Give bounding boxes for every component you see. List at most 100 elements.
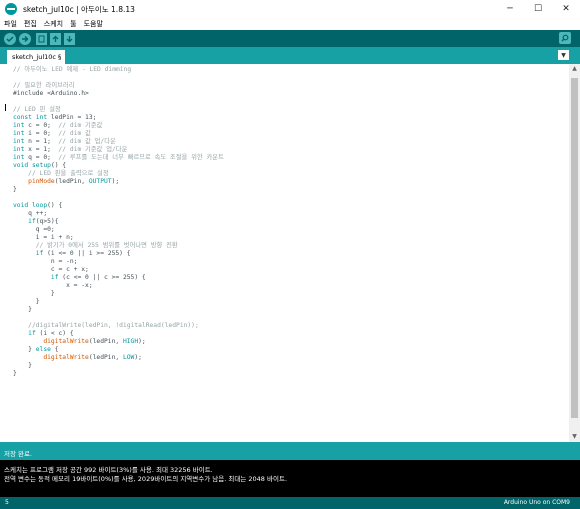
title-bar: sketch_jul10c | 아두이노 1.8.13 ─ ☐ ✕: [0, 0, 580, 18]
code-line[interactable]: [13, 74, 224, 82]
code-line[interactable]: [13, 98, 224, 106]
code-token: {: [50, 346, 59, 353]
code-line[interactable]: x = -x;: [13, 282, 224, 290]
code-token: }: [13, 298, 40, 305]
code-line[interactable]: // LED 핀 설정: [13, 106, 224, 114]
code-token: c = c + x;: [13, 266, 89, 273]
scroll-down-icon[interactable]: ▼: [569, 432, 580, 442]
code-line[interactable]: if(q>5){: [13, 218, 224, 226]
code-token: // dim 기준값: [58, 122, 103, 129]
code-token: (c <= 0 || c >= 255) {: [58, 274, 146, 281]
code-line[interactable]: q =0;: [13, 226, 224, 234]
code-token: (ledPin,: [54, 178, 89, 185]
code-line[interactable]: int c = 0; // dim 기준값: [13, 122, 224, 130]
scroll-up-icon[interactable]: ▲: [569, 64, 580, 74]
scrollbar-thumb[interactable]: [571, 78, 578, 418]
save-button[interactable]: [64, 32, 75, 45]
code-token: digitalWrite: [43, 338, 89, 345]
bottom-bar: 5 Arduino Uno on COM9: [0, 497, 580, 509]
close-button[interactable]: ✕: [552, 0, 580, 18]
code-token: int: [13, 154, 25, 161]
serial-monitor-button[interactable]: [559, 32, 571, 44]
code-line[interactable]: // 필요한 라이브러리: [13, 82, 224, 90]
code-line[interactable]: }: [13, 290, 224, 298]
code-line[interactable]: c = c + x;: [13, 266, 224, 274]
code-line[interactable]: int q = 0; // 루프를 도는데 너무 빠르므로 속도 조절을 위한 …: [13, 154, 224, 162]
code-line[interactable]: int n = 1; // dim 값 업/다운: [13, 138, 224, 146]
code-token: //digitalWrite(ledPin, !digitalRead(ledP…: [28, 322, 199, 329]
code-line[interactable]: if (i <= 0 || i >= 255) {: [13, 250, 224, 258]
code-line[interactable]: digitalWrite(ledPin, LOW);: [13, 354, 224, 362]
code-line[interactable]: }: [13, 370, 224, 378]
code-line[interactable]: #include <Arduino.h>: [13, 90, 224, 98]
magnifier-icon: [561, 34, 569, 42]
output-console[interactable]: 스케치는 프로그램 저장 공간 992 바이트(3%)를 사용. 최대 3225…: [0, 460, 580, 497]
code-line[interactable]: q ++;: [13, 210, 224, 218]
code-line[interactable]: }: [13, 306, 224, 314]
code-line[interactable]: int x = 1; // dim 기준값 업/다운: [13, 146, 224, 154]
code-token: }: [13, 186, 17, 193]
console-line: 전역 변수는 동적 메모리 19바이트(0%)를 사용, 2029바이트의 지역…: [4, 475, 288, 483]
new-sketch-button[interactable]: [36, 32, 47, 45]
code-token: );: [111, 178, 120, 185]
maximize-button[interactable]: ☐: [524, 0, 552, 18]
code-token: }: [13, 306, 32, 313]
upload-button[interactable]: [19, 32, 31, 45]
code-token: );: [138, 338, 146, 345]
code-token: ledPin = 13;: [47, 114, 97, 121]
code-line[interactable]: int i = 0; // dim 값: [13, 130, 224, 138]
code-line[interactable]: }: [13, 186, 224, 194]
code-line[interactable]: }: [13, 298, 224, 306]
tab-sketch[interactable]: sketch_jul10c §: [7, 50, 65, 64]
code-line[interactable]: pinMode(ledPin, OUTPUT);: [13, 178, 224, 186]
code-line[interactable]: //digitalWrite(ledPin, !digitalRead(ledP…: [13, 322, 224, 330]
code-token: n = 1;: [24, 138, 59, 145]
menu-file[interactable]: 파일: [4, 19, 17, 29]
board-port-info: Arduino Uno on COM9: [503, 499, 570, 506]
code-line[interactable]: [13, 314, 224, 322]
open-button[interactable]: [50, 32, 61, 45]
code-line[interactable]: // 아두이노 LED 예제 - LED dimming: [13, 66, 224, 74]
code-line[interactable]: const int ledPin = 13;: [13, 114, 224, 122]
code-line[interactable]: n = -n;: [13, 258, 224, 266]
code-token: q ++;: [13, 210, 48, 217]
code-token: (ledPin,: [88, 354, 123, 361]
code-line[interactable]: } else {: [13, 346, 224, 354]
code-line[interactable]: void loop() {: [13, 202, 224, 210]
code-token: // LED 핀 설정: [13, 106, 61, 113]
code-token: () {: [47, 202, 63, 209]
code-line[interactable]: digitalWrite(ledPin, HIGH);: [13, 338, 224, 346]
code-line[interactable]: [13, 194, 224, 202]
code-token: if: [50, 274, 59, 281]
code-token: }: [13, 370, 17, 377]
code-token: () {: [50, 162, 67, 169]
code-token: else: [35, 346, 51, 353]
code-line[interactable]: // LED 핀을 출력으로 설정: [13, 170, 224, 178]
tab-menu-button[interactable]: ▼: [558, 50, 569, 60]
menu-tools[interactable]: 툴: [70, 19, 76, 29]
vertical-scrollbar[interactable]: ▲ ▼: [569, 64, 580, 442]
code-line[interactable]: if (i < c) {: [13, 330, 224, 338]
menu-edit[interactable]: 편집: [24, 19, 37, 29]
code-token: int: [13, 130, 25, 137]
code-line[interactable]: void setup() {: [13, 162, 224, 170]
code-token: void: [13, 202, 29, 209]
code-editor[interactable]: // 아두이노 LED 예제 - LED dimming // 필요한 라이브러리…: [0, 64, 580, 442]
code-text[interactable]: // 아두이노 LED 예제 - LED dimming // 필요한 라이브러리…: [13, 66, 224, 378]
menu-sketch[interactable]: 스케치: [44, 19, 63, 29]
minimize-button[interactable]: ─: [496, 0, 524, 18]
toolbar: [0, 30, 580, 47]
code-line[interactable]: }: [13, 362, 224, 370]
code-token: void: [13, 162, 29, 169]
code-line[interactable]: i = i + n;: [13, 234, 224, 242]
arduino-logo-icon: [5, 3, 17, 15]
code-line[interactable]: if (c <= 0 || c >= 255) {: [13, 274, 224, 282]
code-line[interactable]: // 밝기가 0에서 255 범위를 벗어나면 방향 전환: [13, 242, 224, 250]
menu-help[interactable]: 도움말: [84, 19, 103, 29]
verify-button[interactable]: [4, 32, 16, 45]
